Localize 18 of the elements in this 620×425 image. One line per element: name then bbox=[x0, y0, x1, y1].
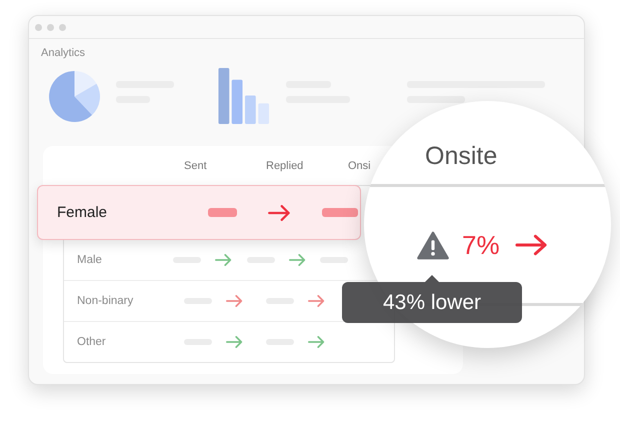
value-text: 7% bbox=[462, 230, 500, 260]
value-placeholder bbox=[208, 208, 237, 217]
arrow-icon bbox=[514, 234, 548, 256]
column-header: Sent bbox=[184, 160, 208, 174]
row-label[interactable]: Non-binary bbox=[64, 295, 184, 307]
pie-chart-drawing bbox=[49, 71, 100, 122]
window-title: Analytics bbox=[41, 47, 86, 59]
tooltip: 43% lower bbox=[342, 282, 522, 323]
column-header: Replied bbox=[266, 160, 304, 174]
value-placeholder bbox=[322, 208, 358, 217]
highlighted-row[interactable]: Female bbox=[37, 185, 361, 240]
row-label[interactable]: Other bbox=[64, 336, 184, 348]
column-header: Onsi bbox=[348, 160, 372, 174]
bar-chart-drawing bbox=[218, 68, 270, 124]
row-label[interactable]: Male bbox=[64, 254, 174, 266]
column-header: Onsite bbox=[425, 142, 498, 171]
placeholder-bar bbox=[407, 96, 465, 103]
row-label: Female bbox=[57, 204, 108, 221]
